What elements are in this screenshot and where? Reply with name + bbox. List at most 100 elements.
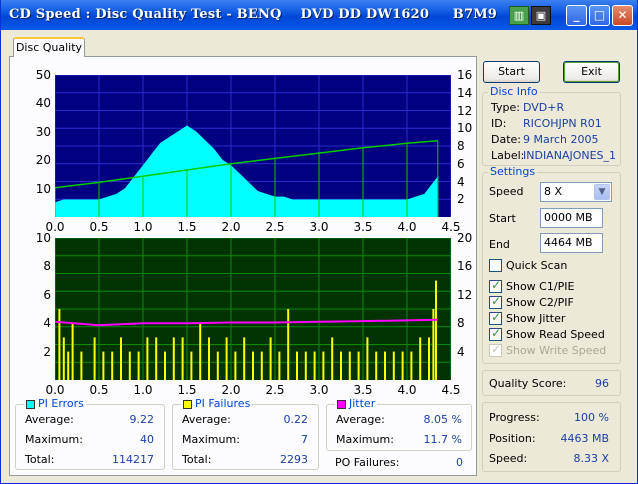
show-c1-box[interactable] <box>489 278 502 293</box>
disc-id: RICOHJPN R01 <box>523 117 602 130</box>
end-input[interactable]: 4464 MB <box>540 233 603 253</box>
pi-failures-bar <box>348 351 351 380</box>
show-c2-label: Show C2/PIF <box>506 296 574 309</box>
disc-date: 9 March 2005 <box>523 133 599 146</box>
pi-errors-maximum-label: Maximum: <box>25 433 83 446</box>
pi-failures-average-label: Average: <box>182 413 231 426</box>
pi-failures-bar <box>428 337 430 380</box>
pi-failures-bar <box>410 351 413 380</box>
pi-failures-bar <box>392 351 395 380</box>
chart1-y2-tick: 4 <box>457 174 465 189</box>
chart1-y2-tick: 2 <box>457 192 465 207</box>
jitter-line <box>55 318 438 327</box>
po-failures-label: PO Failures: <box>335 456 400 469</box>
show-c1-checkbox[interactable]: Show C1/PIE <box>489 278 574 293</box>
jitter-swatch <box>337 399 346 409</box>
chart1-x-tick: 0.5 <box>89 220 109 234</box>
pi-failures-bar <box>216 351 219 380</box>
pi-failures-bar <box>313 351 316 380</box>
chart1-y2-tick: 10 <box>457 121 473 136</box>
close-icon[interactable]: ✕ <box>612 5 633 26</box>
pi-errors-chart <box>55 75 451 217</box>
chart1-y-tick: 10 <box>35 181 51 196</box>
show-write-speed-label: Show Write Speed <box>506 344 607 357</box>
pi-failures-bar <box>401 351 404 380</box>
show-write-speed-box <box>489 342 502 357</box>
chart2-y-tick: 6 <box>43 287 51 302</box>
pi-failures-maximum-label: Maximum: <box>182 433 240 446</box>
jitter-maximum-label: Maximum: <box>336 433 394 446</box>
pi-errors-total: 114217 <box>112 453 154 466</box>
show-read-speed-label: Show Read Speed <box>506 328 605 341</box>
chart2-y2-tick: 20 <box>457 231 473 245</box>
progress-value: 100 % <box>574 411 609 424</box>
pi-failures-bar <box>137 351 140 380</box>
show-jitter-label: Show Jitter <box>506 312 566 325</box>
chart1-y-tick: 40 <box>35 96 51 111</box>
speed-stat-label: Speed: <box>489 452 528 465</box>
end-label: End <box>489 238 510 251</box>
chart2-y-tick: 4 <box>43 316 51 331</box>
pi-failures-bar <box>375 351 378 380</box>
pi-errors-box: PI Errors Average: 9.22 Maximum: 40 Total:… <box>15 398 165 470</box>
pi-failures-bar <box>243 337 246 380</box>
pi-failures-bar <box>357 351 360 380</box>
minimize-icon[interactable]: _ <box>566 5 587 26</box>
settings-title: Settings <box>488 165 538 178</box>
chart2-y2-tick: 16 <box>457 259 473 274</box>
pi-errors-maximum: 40 <box>140 433 154 446</box>
pi-errors-swatch <box>26 399 35 409</box>
start-button[interactable]: Start <box>483 61 540 83</box>
chart1-x-tick: 1.5 <box>177 220 197 234</box>
pi-failures-bar <box>58 309 61 380</box>
pi-failures-bar <box>93 337 96 380</box>
pi-failures-bar <box>102 351 105 380</box>
window-title: CD Speed : Disc Quality Test - BENQ DVD … <box>9 7 498 22</box>
pi-failures-bar <box>287 309 290 380</box>
disc-info-title: Disc Info <box>488 85 540 98</box>
position-label: Position: <box>489 432 536 445</box>
show-c2-box[interactable] <box>489 294 502 309</box>
speed-select[interactable]: 8 X ▼ <box>540 182 612 202</box>
show-read-speed-checkbox[interactable]: Show Read Speed <box>489 326 605 341</box>
chart1-y2-tick: 16 <box>457 68 473 82</box>
chart1-y2-tick: 6 <box>457 156 465 171</box>
chart2-x-tick: 0.0 <box>45 383 65 397</box>
chevron-down-icon[interactable]: ▼ <box>594 184 610 200</box>
show-c2-checkbox[interactable]: Show C2/PIF <box>489 294 574 309</box>
chart2-y2-tick: 8 <box>457 316 465 331</box>
quick-scan-box[interactable] <box>489 259 502 272</box>
quick-scan-checkbox[interactable]: Quick Scan <box>489 259 567 272</box>
title-bar[interactable]: CD Speed : Disc Quality Test - BENQ DVD … <box>1 0 637 30</box>
chart2-y-tick: 10 <box>35 231 51 245</box>
chart2-x-tick: 0.5 <box>89 383 109 397</box>
disc-type-label: Type: <box>491 101 520 114</box>
pi-failures-bar <box>172 337 175 380</box>
green-app-icon[interactable]: ▥ <box>509 6 529 25</box>
exit-button[interactable]: Exit <box>563 61 620 83</box>
chart1-y-tick: 20 <box>35 153 51 168</box>
show-jitter-box[interactable] <box>489 310 502 325</box>
jitter-title: Jitter <box>349 397 376 410</box>
tab-disc-quality[interactable]: Disc Quality <box>13 37 85 57</box>
show-jitter-checkbox[interactable]: Show Jitter <box>489 310 566 325</box>
speed-value: 8 X <box>544 185 563 198</box>
pi-failures-bar <box>435 280 438 380</box>
show-read-speed-box[interactable] <box>489 326 502 341</box>
pi-failures-maximum: 7 <box>301 433 308 446</box>
pi-failures-bar <box>331 337 334 380</box>
chart2-y-tick: 8 <box>43 259 51 274</box>
pi-failures-bar <box>322 351 325 380</box>
maximize-icon[interactable]: □ <box>589 5 610 26</box>
disc-label-label: Label: <box>491 149 525 162</box>
pi-failures-bar <box>80 351 83 380</box>
pi-failures-bar <box>304 351 307 380</box>
pi-failures-title: PI Failures <box>195 397 251 410</box>
disc-id-label: ID: <box>491 117 507 130</box>
chart2-x-tick: 2.0 <box>221 383 241 397</box>
start-input[interactable]: 0000 MB <box>540 208 603 228</box>
chart1-x-tick: 2.5 <box>265 220 285 234</box>
pi-failures-bar <box>234 351 237 380</box>
pi-failures-average: 0.22 <box>283 413 309 426</box>
disk-icon[interactable]: ▣ <box>531 6 551 25</box>
